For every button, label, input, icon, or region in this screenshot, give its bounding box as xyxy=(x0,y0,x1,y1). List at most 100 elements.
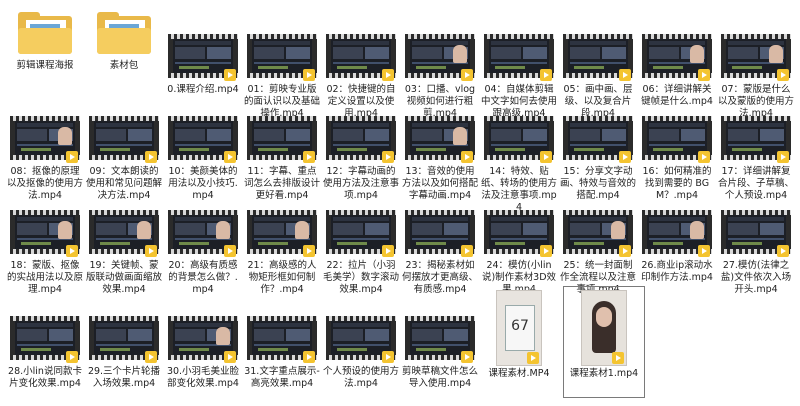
video-thumbnail xyxy=(405,30,475,82)
video-thumbnail xyxy=(326,30,396,82)
video-file-item[interactable]: 02：快捷键的自定义设置以及使用.mp4 xyxy=(322,30,400,120)
video-file-item[interactable]: 07：蒙版是什么以及蒙版的使用方法.mp4 xyxy=(717,30,795,120)
file-label: 12：字幕动画的使用方法及注意事项.mp4 xyxy=(322,166,399,201)
player-badge-icon xyxy=(303,151,315,163)
player-badge-icon xyxy=(777,245,789,257)
player-badge-icon xyxy=(777,151,789,163)
video-thumbnail xyxy=(10,312,80,364)
video-thumbnail xyxy=(484,112,554,164)
file-label: 09：文本朗读的使用和常见问题解决方法.mp4 xyxy=(85,166,162,201)
file-label: 08：抠像的原理以及抠像的使用方法.mp4 xyxy=(6,166,83,201)
file-label: 21：高级感的人物矩形框如何制作？.mp4 xyxy=(247,260,317,295)
video-file-item[interactable]: 03：口播、vlog视频如何进行粗剪.mp4 xyxy=(401,30,479,120)
player-badge-icon xyxy=(224,69,236,81)
player-badge-icon xyxy=(619,245,631,257)
player-badge-icon xyxy=(698,69,710,81)
folder-item[interactable]: 剪辑课程海报 xyxy=(6,8,84,72)
folder-item[interactable]: 素材包 xyxy=(85,8,163,72)
video-file-item[interactable]: 67 课程素材.MP4 xyxy=(480,290,558,380)
player-badge-icon xyxy=(612,352,624,364)
file-label: 30.小羽毛美业脸部变化效果.mp4 xyxy=(166,366,240,389)
player-badge-icon xyxy=(540,245,552,257)
folder-icon xyxy=(97,12,151,54)
video-file-item[interactable]: 22：拉片（小羽毛美学）数字滚动效果.mp4 xyxy=(322,206,400,296)
player-badge-icon xyxy=(145,351,157,363)
file-label: 19：关键帧、蒙版联动做画面缩放效果.mp4 xyxy=(85,260,162,295)
file-label: 22：拉片（小羽毛美学）数字滚动效果.mp4 xyxy=(322,260,399,295)
video-file-item[interactable]: 06：详细讲解关键帧是什么.mp4 xyxy=(638,30,716,108)
folder-label: 素材包 xyxy=(109,60,139,71)
video-file-item[interactable]: 17：详细讲解复合片段、子草稿、个人预设.mp4 xyxy=(717,112,795,202)
video-thumbnail xyxy=(563,30,633,82)
video-file-item[interactable]: 16：如何精准的找到需要的 BGM？.mp4 xyxy=(638,112,716,202)
player-badge-icon xyxy=(382,69,394,81)
video-file-item[interactable]: 12：字幕动画的使用方法及注意事项.mp4 xyxy=(322,112,400,202)
video-file-item[interactable]: 20：高级有质感的背景怎么做？.mp4 xyxy=(164,206,242,296)
file-label: 剪映草稿文件怎么导入使用.mp4 xyxy=(401,366,478,389)
video-file-item[interactable]: 04：自媒体剪辑中文字如何去使用跟高级.mp4 xyxy=(480,30,558,120)
file-label: 18：蒙版、抠像的实战用法以及原理.mp4 xyxy=(6,260,83,295)
video-file-item[interactable]: 23：揭秘素材如何摆放才更高级、有质感.mp4 xyxy=(401,206,479,296)
photo-thumbnail xyxy=(581,290,627,366)
player-badge-icon xyxy=(698,151,710,163)
card-image: 67 xyxy=(505,305,535,351)
player-badge-icon xyxy=(303,245,315,257)
file-label: 20：高级有质感的背景怎么做？.mp4 xyxy=(168,260,238,295)
video-file-item[interactable]: 25：统一封面制作全流程以及注意事项.mp4 xyxy=(559,206,637,296)
video-file-item[interactable]: 剪映草稿文件怎么导入使用.mp4 xyxy=(401,312,479,390)
video-thumbnail xyxy=(247,112,317,164)
video-file-item[interactable]: 30.小羽毛美业脸部变化效果.mp4 xyxy=(164,312,242,390)
video-thumbnail xyxy=(642,30,712,82)
player-badge-icon xyxy=(461,245,473,257)
video-file-item[interactable]: 19：关键帧、蒙版联动做画面缩放效果.mp4 xyxy=(85,206,163,296)
video-thumbnail xyxy=(10,206,80,258)
video-file-item[interactable]: 09：文本朗读的使用和常见问题解决方法.mp4 xyxy=(85,112,163,202)
video-thumbnail xyxy=(721,206,791,258)
file-label: 29.三个卡片轮播入场效果.mp4 xyxy=(87,366,161,389)
video-thumbnail xyxy=(89,206,159,258)
file-grid: 剪辑课程海报 素材包 0.课程介绍.mp4 01：剪映专业版的面认识以及基础操作… xyxy=(0,0,800,406)
player-badge-icon xyxy=(303,351,315,363)
video-file-item[interactable]: 14：特效、贴纸、转场的使用方法及注意事项.mp4 xyxy=(480,112,558,214)
video-file-item[interactable]: 21：高级感的人物矩形框如何制作？.mp4 xyxy=(243,206,321,296)
file-label: 27.模仿(法律之盐)文件依次入场开头.mp4 xyxy=(720,260,792,295)
video-thumbnail xyxy=(405,112,475,164)
video-thumbnail xyxy=(326,112,396,164)
player-badge-icon xyxy=(303,69,315,81)
file-label: 16：如何精准的找到需要的 BGM？.mp4 xyxy=(642,166,712,201)
photo-thumbnail: 67 xyxy=(496,290,542,366)
video-file-item[interactable]: 个人预设的使用方法.mp4 xyxy=(322,312,400,390)
video-file-item[interactable]: 26.商业ip滚动水印制作方法.mp4 xyxy=(638,206,716,284)
file-label: 0.课程介绍.mp4 xyxy=(167,84,239,95)
video-thumbnail xyxy=(563,206,633,258)
player-badge-icon xyxy=(777,69,789,81)
video-file-item[interactable]: 01：剪映专业版的面认识以及基础操作.mp4 xyxy=(243,30,321,120)
video-file-item[interactable]: 15：分享文字动画、特效与音效的搭配.mp4 xyxy=(559,112,637,202)
player-badge-icon xyxy=(540,69,552,81)
file-label: 17：详细讲解复合片段、子草稿、个人预设.mp4 xyxy=(717,166,794,201)
player-badge-icon xyxy=(461,69,473,81)
video-thumbnail xyxy=(405,312,475,364)
video-file-item[interactable]: 18：蒙版、抠像的实战用法以及原理.mp4 xyxy=(6,206,84,296)
video-file-item[interactable]: 课程素材1.mp4 xyxy=(565,290,643,380)
player-badge-icon xyxy=(66,151,78,163)
video-file-item[interactable]: 11：字幕、重点词怎么去排版设计更好看.mp4 xyxy=(243,112,321,202)
video-file-item[interactable]: 24：模仿(小lin说)制作素材3D效果.mp4 xyxy=(480,206,558,296)
video-file-item[interactable]: 08：抠像的原理以及抠像的使用方法.mp4 xyxy=(6,112,84,202)
video-file-item[interactable]: 31.文字重点展示-高亮效果.mp4 xyxy=(243,312,321,390)
file-label: 15：分享文字动画、特效与音效的搭配.mp4 xyxy=(559,166,636,201)
player-badge-icon xyxy=(461,351,473,363)
video-file-item[interactable]: 29.三个卡片轮播入场效果.mp4 xyxy=(85,312,163,390)
video-file-item[interactable]: 27.模仿(法律之盐)文件依次入场开头.mp4 xyxy=(717,206,795,296)
player-badge-icon xyxy=(66,351,78,363)
video-file-item[interactable]: 10：美颜美体的用法以及小技巧.mp4 xyxy=(164,112,242,202)
video-file-item[interactable]: 0.课程介绍.mp4 xyxy=(164,30,242,96)
video-file-item[interactable]: 28.小lin说同款卡片变化效果.mp4 xyxy=(6,312,84,390)
video-file-item[interactable]: 13：音效的使用方法以及如何搭配字幕动画.mp4 xyxy=(401,112,479,202)
video-thumbnail xyxy=(89,112,159,164)
video-thumbnail xyxy=(247,30,317,82)
video-thumbnail xyxy=(405,206,475,258)
video-file-item[interactable]: 05：画中画、层级、以及复合片段.mp4 xyxy=(559,30,637,120)
video-thumbnail xyxy=(10,112,80,164)
file-label: 23：揭秘素材如何摆放才更高级、有质感.mp4 xyxy=(401,260,478,295)
